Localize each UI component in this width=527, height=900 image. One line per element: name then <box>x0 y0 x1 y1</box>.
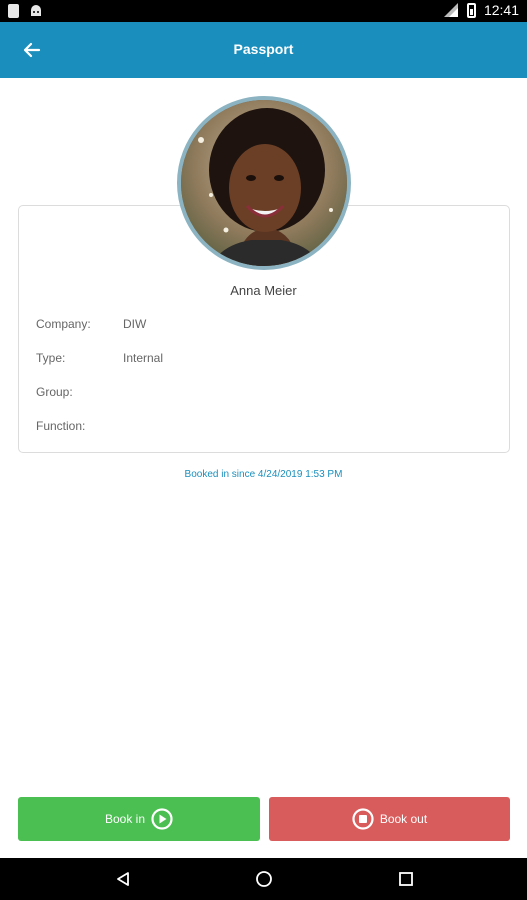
function-label: Function: <box>36 419 86 433</box>
avatar-photo <box>181 100 347 266</box>
type-label: Type: <box>36 351 66 365</box>
avatar <box>177 96 351 270</box>
signal-icon <box>443 3 458 17</box>
battery-icon <box>466 2 476 18</box>
nav-recents-button[interactable] <box>394 868 418 890</box>
status-time: 12:41 <box>483 2 519 18</box>
company-label: Company: <box>36 317 91 331</box>
stop-circle-icon <box>352 808 374 830</box>
play-circle-icon <box>151 808 173 830</box>
book-in-button[interactable]: Book in <box>18 797 260 841</box>
type-value: Internal <box>123 351 164 365</box>
nav-home-button[interactable] <box>252 868 276 890</box>
android-icon <box>31 5 41 16</box>
book-out-label: Book out <box>379 812 428 826</box>
book-in-label: Book in <box>104 812 146 826</box>
status-bar: 12:41 <box>0 0 527 22</box>
status-bar-left <box>8 4 43 18</box>
home-circle-icon <box>256 871 272 887</box>
company-value: DIW <box>123 317 147 331</box>
nav-back-button[interactable] <box>111 868 135 890</box>
booking-status-text: Booked in since 4/24/2019 1:53 PM <box>184 469 343 480</box>
recents-square-icon <box>399 872 413 886</box>
app-bar: Passport <box>0 22 527 78</box>
page-title: Passport <box>233 41 294 57</box>
back-triangle-icon <box>117 872 129 886</box>
notification-icon <box>8 4 19 18</box>
status-bar-right: 12:41 <box>443 2 519 18</box>
system-nav-bar <box>0 858 527 900</box>
group-label: Group: <box>36 385 73 399</box>
book-out-button[interactable]: Book out <box>269 797 510 841</box>
person-name: Anna Meier <box>230 283 297 298</box>
